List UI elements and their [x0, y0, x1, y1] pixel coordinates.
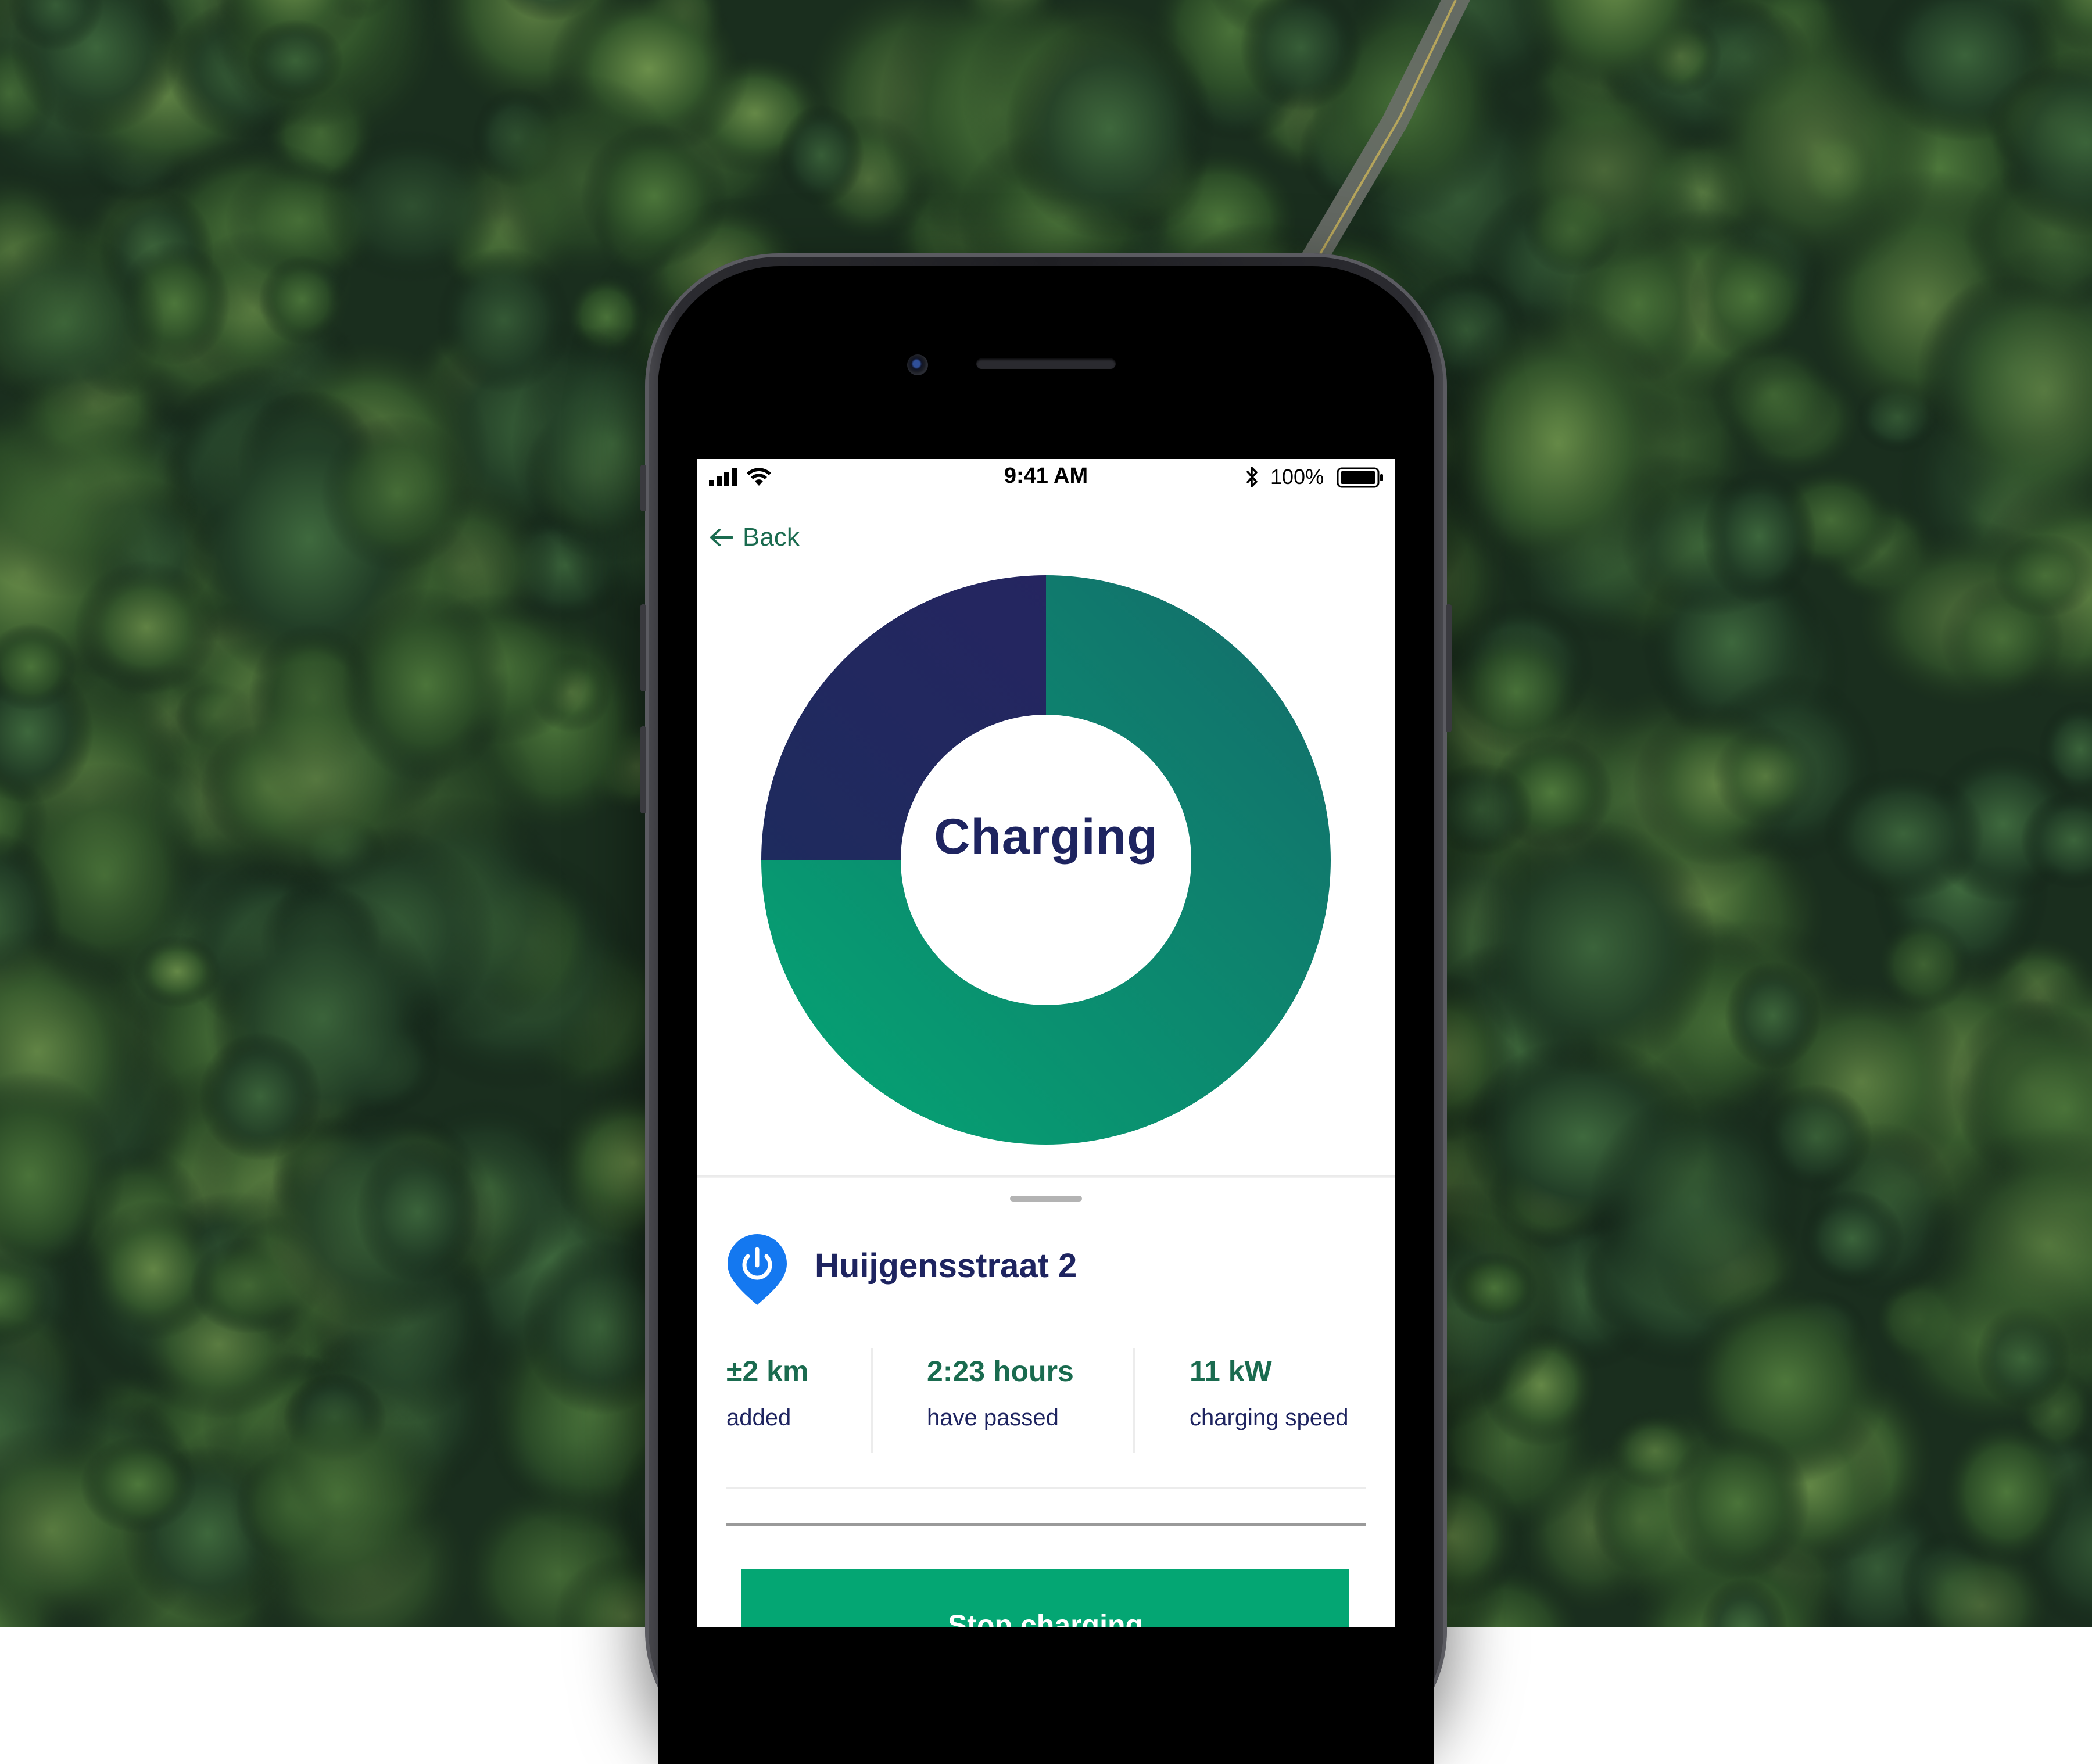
back-label: Back — [743, 523, 800, 551]
phone-volume-up — [640, 604, 646, 691]
stat-separator — [871, 1348, 873, 1453]
stop-charging-label: Stop charging — [947, 1609, 1144, 1627]
phone-volume-down — [640, 726, 646, 813]
tree-canopy — [778, 105, 864, 206]
tree-canopy — [1432, 298, 1683, 590]
power-pin-icon — [728, 1234, 787, 1305]
stat-value: 11 kW — [1190, 1355, 1272, 1387]
station-name: Huijgensstraat 2 — [815, 1247, 1077, 1285]
tree-canopy — [1800, 1190, 1904, 1288]
front-camera — [907, 354, 928, 375]
tree-canopy — [1822, 767, 1984, 901]
tree-canopy — [321, 415, 473, 572]
phone-side-button — [640, 465, 646, 511]
sheet-drag-handle[interactable] — [1010, 1196, 1082, 1202]
tree-canopy — [133, 935, 221, 1008]
status-bar: 9:41 AM 100% — [697, 459, 1395, 496]
tree-canopy — [342, 587, 510, 783]
scroll-cutoff-divider — [726, 1523, 1366, 1526]
stat-separator — [1133, 1348, 1135, 1453]
tree-canopy — [1005, 18, 1215, 240]
tree-canopy — [1470, 819, 1717, 1076]
back-button[interactable]: Back — [709, 520, 800, 555]
tree-canopy — [1993, 534, 2092, 618]
sheet-divider — [697, 1175, 1395, 1178]
tree-canopy — [259, 255, 346, 345]
tree-canopy — [1450, 1252, 1538, 1324]
tree-canopy — [229, 1383, 445, 1612]
tree-canopy — [80, 1436, 196, 1533]
app-screen: 9:41 AM 100% Back Charging Huijgensstraa… — [697, 459, 1395, 1627]
tree-canopy — [1713, 726, 1819, 826]
earpiece-speaker — [976, 358, 1116, 369]
tree-canopy — [581, 123, 728, 268]
battery-icon — [1337, 467, 1383, 488]
tree-canopy — [1701, 468, 1817, 604]
tree-canopy — [435, 247, 572, 393]
charging-status-label: Charging — [934, 809, 1158, 865]
tree-canopy — [247, 19, 343, 102]
bluetooth-icon — [1246, 467, 1258, 487]
tree-canopy — [1939, 1417, 2074, 1568]
tree-canopy — [1692, 8, 1939, 285]
tree-canopy — [1875, 916, 1972, 1013]
section-divider — [726, 1487, 1366, 1489]
tree-canopy — [356, 1141, 480, 1283]
stop-charging-button[interactable]: Stop charging — [741, 1569, 1349, 1627]
stat-speed: 11 kW charging speed — [1190, 1348, 1395, 1441]
phone-power-button — [1446, 604, 1452, 732]
tree-canopy — [1667, 1426, 1810, 1580]
tree-canopy — [1450, 629, 1582, 755]
arrow-left-icon — [710, 529, 733, 546]
battery-percentage: 100% — [1270, 465, 1324, 489]
tree-canopy — [1725, 962, 1821, 1070]
tree-canopy — [1589, 1091, 1805, 1314]
stat-label: charging speed — [1190, 1405, 1349, 1430]
